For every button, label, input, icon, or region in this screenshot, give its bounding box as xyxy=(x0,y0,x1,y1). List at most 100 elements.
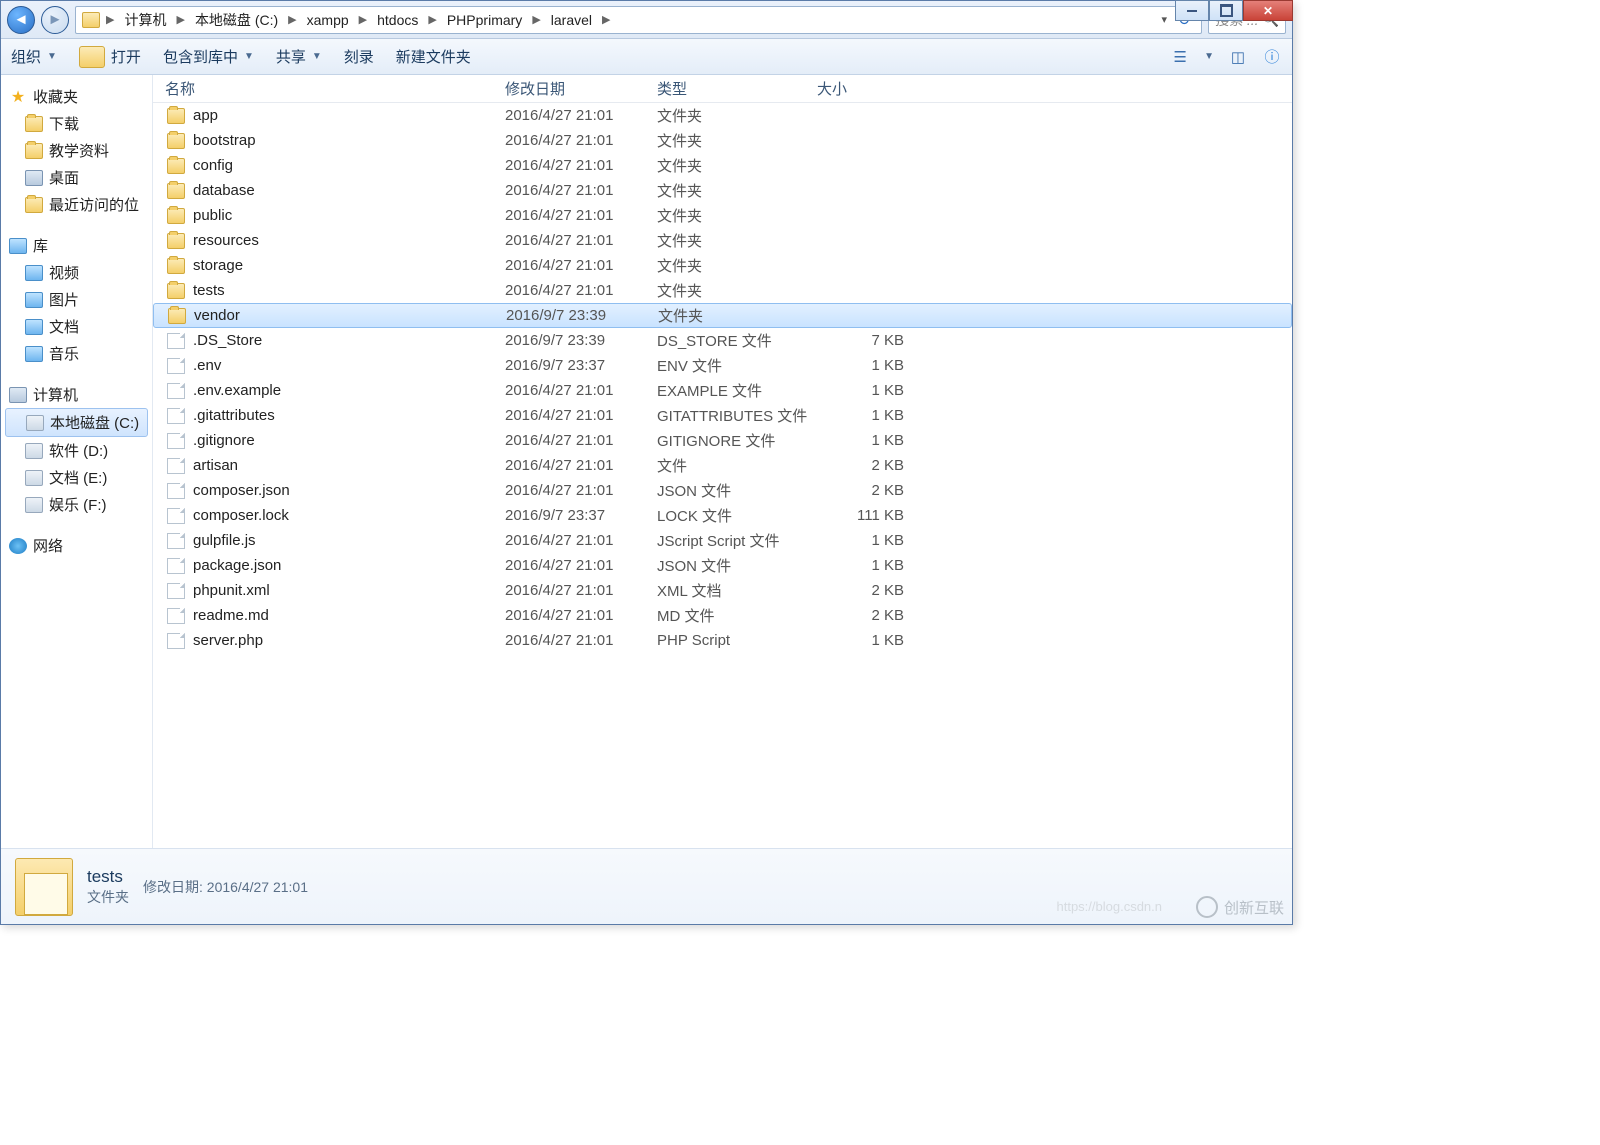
file-row[interactable]: gulpfile.js2016/4/27 21:01JScript Script… xyxy=(153,528,1292,553)
file-name: bootstrap xyxy=(193,132,256,149)
file-date: 2016/4/27 21:01 xyxy=(505,582,657,599)
sidebar-item[interactable]: 教学资料 xyxy=(1,137,152,164)
sidebar-item-drive-d[interactable]: 软件 (D:) xyxy=(1,437,152,464)
file-date: 2016/4/27 21:01 xyxy=(505,407,657,424)
column-type[interactable]: 类型 xyxy=(657,78,817,99)
file-rows: app2016/4/27 21:01文件夹bootstrap2016/4/27 … xyxy=(153,103,1292,848)
sidebar-item-desktop[interactable]: 桌面 xyxy=(1,164,152,191)
address-bar: ◄ ► ▶ 计算机 ▶ 本地磁盘 (C:) ▶ xampp ▶ htdocs ▶… xyxy=(1,1,1292,39)
breadcrumb-bar[interactable]: ▶ 计算机 ▶ 本地磁盘 (C:) ▶ xampp ▶ htdocs ▶ PHP… xyxy=(75,6,1202,34)
file-name: storage xyxy=(193,257,243,274)
sidebar-item-videos[interactable]: 视频 xyxy=(1,259,152,286)
file-row[interactable]: storage2016/4/27 21:01文件夹 xyxy=(153,253,1292,278)
file-date: 2016/4/27 21:01 xyxy=(505,157,657,174)
crumb[interactable]: xampp xyxy=(303,10,353,30)
crumb[interactable]: htdocs xyxy=(373,10,422,30)
file-row[interactable]: .gitattributes2016/4/27 21:01GITATTRIBUT… xyxy=(153,403,1292,428)
back-button[interactable]: ◄ xyxy=(7,6,35,34)
sidebar-favorites-header[interactable]: ★收藏夹 xyxy=(1,83,152,110)
file-size: 2 KB xyxy=(817,482,912,499)
folder-icon xyxy=(82,12,100,28)
column-date[interactable]: 修改日期 xyxy=(505,78,657,99)
file-name: .env.example xyxy=(193,382,281,399)
share-button[interactable]: 共享▼ xyxy=(276,46,322,67)
sidebar-network-header[interactable]: 网络 xyxy=(1,532,152,559)
file-row[interactable]: .DS_Store2016/9/7 23:39DS_STORE 文件7 KB xyxy=(153,328,1292,353)
file-name: public xyxy=(193,207,232,224)
organize-button[interactable]: 组织▼ xyxy=(11,46,57,67)
file-date: 2016/9/7 23:37 xyxy=(505,507,657,524)
file-row[interactable]: composer.lock2016/9/7 23:37LOCK 文件111 KB xyxy=(153,503,1292,528)
file-row[interactable]: .env2016/9/7 23:37ENV 文件1 KB xyxy=(153,353,1292,378)
file-row[interactable]: .env.example2016/4/27 21:01EXAMPLE 文件1 K… xyxy=(153,378,1292,403)
file-size: 111 KB xyxy=(817,507,912,524)
forward-button[interactable]: ► xyxy=(41,6,69,34)
file-icon xyxy=(167,558,185,574)
chevron-right-icon[interactable]: ▶ xyxy=(426,13,438,26)
crumb[interactable]: 计算机 xyxy=(120,8,170,32)
folder-icon xyxy=(167,233,185,249)
sidebar-item-music[interactable]: 音乐 xyxy=(1,340,152,367)
file-row[interactable]: .gitignore2016/4/27 21:01GITIGNORE 文件1 K… xyxy=(153,428,1292,453)
sidebar-item-downloads[interactable]: 下载 xyxy=(1,110,152,137)
pictures-icon xyxy=(25,292,43,308)
file-row[interactable]: vendor2016/9/7 23:39文件夹 xyxy=(153,303,1292,328)
file-row[interactable]: server.php2016/4/27 21:01PHP Script1 KB xyxy=(153,628,1292,653)
open-button[interactable]: 打开 xyxy=(79,46,141,68)
crumb[interactable]: laravel xyxy=(547,10,596,30)
file-type: 文件夹 xyxy=(657,205,817,226)
chevron-right-icon[interactable]: ▶ xyxy=(600,13,612,26)
sidebar-item-recent[interactable]: 最近访问的位 xyxy=(1,191,152,218)
chevron-right-icon[interactable]: ▶ xyxy=(357,13,369,26)
sidebar-item-drive-f[interactable]: 娱乐 (F:) xyxy=(1,491,152,518)
folder-icon xyxy=(167,133,185,149)
star-icon: ★ xyxy=(9,89,27,105)
file-date: 2016/4/27 21:01 xyxy=(505,107,657,124)
minimize-button[interactable] xyxy=(1175,0,1209,21)
file-row[interactable]: artisan2016/4/27 21:01文件2 KB xyxy=(153,453,1292,478)
file-row[interactable]: package.json2016/4/27 21:01JSON 文件1 KB xyxy=(153,553,1292,578)
file-size: 1 KB xyxy=(817,432,912,449)
sidebar-libraries-header[interactable]: 库 xyxy=(1,232,152,259)
file-row[interactable]: readme.md2016/4/27 21:01MD 文件2 KB xyxy=(153,603,1292,628)
file-size: 1 KB xyxy=(817,382,912,399)
new-folder-button[interactable]: 新建文件夹 xyxy=(396,46,471,67)
file-type: PHP Script xyxy=(657,632,817,649)
crumb[interactable]: 本地磁盘 (C:) xyxy=(191,8,282,32)
file-row[interactable]: public2016/4/27 21:01文件夹 xyxy=(153,203,1292,228)
close-button[interactable] xyxy=(1243,0,1293,21)
file-date: 2016/4/27 21:01 xyxy=(505,382,657,399)
sidebar-item-drive-e[interactable]: 文档 (E:) xyxy=(1,464,152,491)
file-row[interactable]: tests2016/4/27 21:01文件夹 xyxy=(153,278,1292,303)
chevron-right-icon[interactable]: ▶ xyxy=(286,13,298,26)
chevron-right-icon[interactable]: ▶ xyxy=(174,13,186,26)
sidebar-computer-header[interactable]: 计算机 xyxy=(1,381,152,408)
sidebar-item-pictures[interactable]: 图片 xyxy=(1,286,152,313)
file-row[interactable]: bootstrap2016/4/27 21:01文件夹 xyxy=(153,128,1292,153)
file-row[interactable]: database2016/4/27 21:01文件夹 xyxy=(153,178,1292,203)
window-controls xyxy=(1175,0,1293,22)
column-name[interactable]: 名称 xyxy=(153,78,505,99)
history-dropdown-icon[interactable]: ▾ xyxy=(1157,11,1171,28)
chevron-right-icon[interactable]: ▶ xyxy=(104,13,116,26)
file-name: server.php xyxy=(193,632,263,649)
chevron-right-icon[interactable]: ▶ xyxy=(530,13,542,26)
file-row[interactable]: composer.json2016/4/27 21:01JSON 文件2 KB xyxy=(153,478,1292,503)
column-size[interactable]: 大小 xyxy=(817,78,912,99)
column-headers: 名称 修改日期 类型 大小 xyxy=(153,75,1292,103)
folder-thumbnail-icon xyxy=(15,858,73,916)
burn-button[interactable]: 刻录 xyxy=(344,46,374,67)
file-row[interactable]: app2016/4/27 21:01文件夹 xyxy=(153,103,1292,128)
sidebar-item-documents[interactable]: 文档 xyxy=(1,313,152,340)
file-row[interactable]: phpunit.xml2016/4/27 21:01XML 文档2 KB xyxy=(153,578,1292,603)
help-icon[interactable]: ⓘ xyxy=(1262,48,1282,66)
chevron-down-icon[interactable]: ▼ xyxy=(1204,51,1214,62)
preview-pane-icon[interactable]: ◫ xyxy=(1228,48,1248,66)
file-row[interactable]: config2016/4/27 21:01文件夹 xyxy=(153,153,1292,178)
file-row[interactable]: resources2016/4/27 21:01文件夹 xyxy=(153,228,1292,253)
maximize-button[interactable] xyxy=(1209,0,1243,21)
view-options-icon[interactable]: ☰ xyxy=(1170,48,1190,66)
crumb[interactable]: PHPprimary xyxy=(443,10,526,30)
include-in-library-button[interactable]: 包含到库中▼ xyxy=(163,46,254,67)
sidebar-item-drive-c[interactable]: 本地磁盘 (C:) xyxy=(5,408,148,437)
